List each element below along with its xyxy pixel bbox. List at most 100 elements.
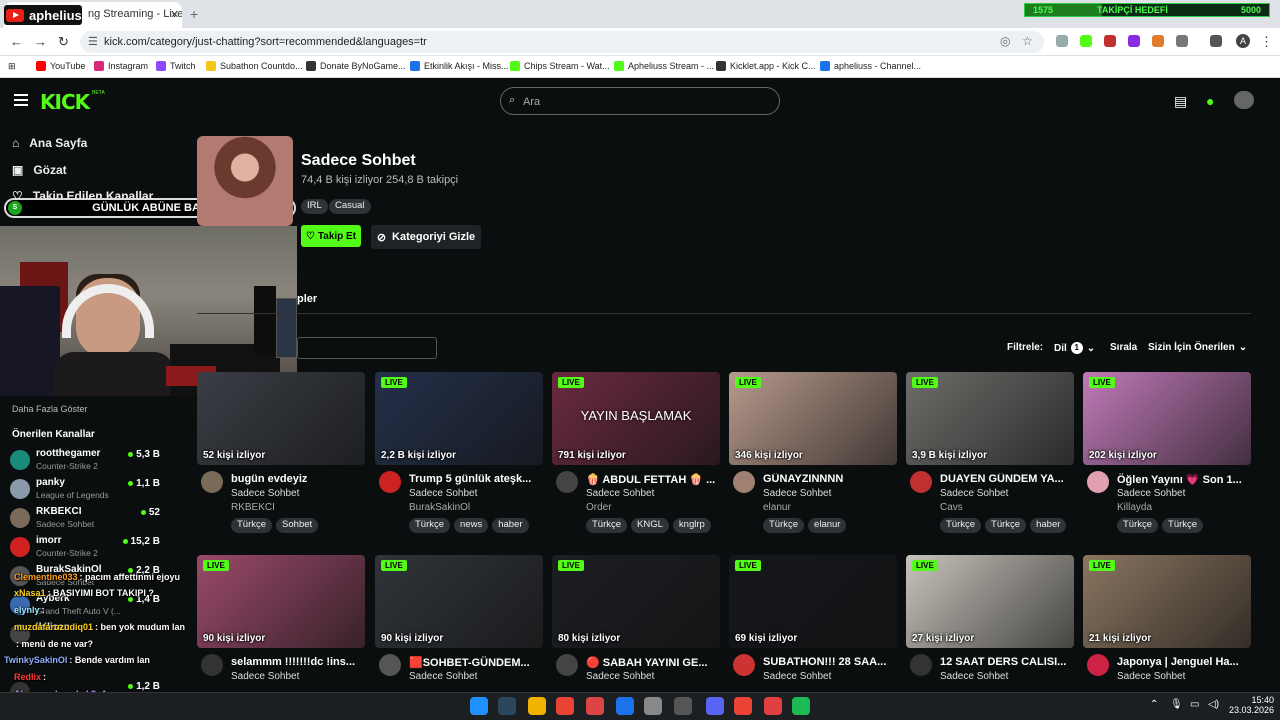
extension-icon[interactable]: [1104, 35, 1116, 47]
bookmark-item[interactable]: Etkinlik Akışı - Miss...: [410, 61, 509, 71]
stream-card[interactable]: LIVE 2,2 B kişi izliyor Trump 5 günlük ate…: [375, 372, 543, 537]
bookmark-item[interactable]: Apheliuss Stream - ...: [614, 61, 714, 71]
streamer-name[interactable]: Cavs: [940, 502, 963, 513]
streamer-avatar[interactable]: [733, 471, 755, 493]
sidebar-channel[interactable]: panky League of Legends 1,1 B: [10, 477, 160, 503]
streamer-avatar[interactable]: [379, 471, 401, 493]
taskbar-app-icon[interactable]: [644, 697, 662, 715]
taskbar-app-icon[interactable]: [556, 697, 574, 715]
stream-category[interactable]: Sadece Sohbet: [763, 671, 831, 682]
microphone-icon[interactable]: 🎙: [1170, 699, 1183, 710]
category-tag[interactable]: Casual: [329, 199, 371, 214]
stream-title[interactable]: Öğlen Yayını 💗 Son 1...: [1117, 473, 1251, 486]
stream-title[interactable]: 🍿 ABDUL FETTAH 🍿 ...: [586, 473, 720, 486]
taskbar-app-icon[interactable]: [764, 697, 782, 715]
taskbar-app-icon[interactable]: [470, 697, 488, 715]
bookmark-item[interactable]: Twitch: [156, 61, 196, 71]
stream-thumbnail[interactable]: LIVE 90 kişi izliyor: [375, 555, 543, 648]
stream-title[interactable]: Trump 5 günlük ateşk...: [409, 473, 543, 485]
stream-category[interactable]: Sadece Sohbet: [231, 488, 299, 499]
stream-tag[interactable]: haber: [1030, 518, 1067, 533]
taskbar-app-icon[interactable]: [674, 697, 692, 715]
stream-card[interactable]: LIVE YAYIN BAŞLAMAK 791 kişi izliyor 🍿 ABDU…: [552, 372, 720, 537]
apps-grid-icon[interactable]: ⊞: [8, 61, 16, 72]
sidebar-channel[interactable]: RKBEKCI Sadece Sohbet 52: [10, 506, 160, 532]
streamer-avatar[interactable]: [910, 654, 932, 676]
menu-dots-icon[interactable]: ⋮: [1260, 34, 1273, 50]
close-tab-icon[interactable]: ✕: [170, 8, 179, 21]
language-filter[interactable]: Dil 1 ⌄: [1054, 342, 1095, 354]
stream-tag[interactable]: Sohbet: [276, 518, 319, 533]
volume-icon[interactable]: ◁): [1208, 699, 1219, 710]
media-icon[interactable]: [1210, 35, 1222, 47]
streamer-avatar[interactable]: [1087, 654, 1109, 676]
stream-category[interactable]: Sadece Sohbet: [409, 488, 477, 499]
stream-tag[interactable]: elanur: [808, 518, 847, 533]
follow-category-button[interactable]: ♡ Takip Et: [301, 225, 361, 247]
stream-card[interactable]: LIVE 69 kişi izliyor SUBATHON!!! 28 SAA...…: [729, 555, 897, 690]
taskbar-app-icon[interactable]: [792, 697, 810, 715]
stream-tag[interactable]: Türkçe: [1117, 518, 1159, 533]
theater-icon[interactable]: ▤: [1174, 93, 1187, 110]
stream-category[interactable]: Sadece Sohbet: [940, 488, 1008, 499]
stream-title[interactable]: 🟥SOHBET-GÜNDEM...: [409, 656, 543, 669]
category-tag[interactable]: IRL: [301, 199, 328, 214]
streamer-avatar[interactable]: [379, 654, 401, 676]
reload-icon[interactable]: ↻: [58, 34, 69, 50]
extension-icon[interactable]: [1080, 35, 1092, 47]
stream-thumbnail[interactable]: LIVE 346 kişi izliyor: [729, 372, 897, 465]
streamer-name[interactable]: BurakSakinOl: [409, 502, 470, 513]
stream-card[interactable]: 52 kişi izliyor bugün evdeyiz Sadece Sohbe…: [197, 372, 365, 537]
stream-category[interactable]: Sadece Sohbet: [586, 671, 654, 682]
stream-card[interactable]: LIVE 3,9 B kişi izliyor DUAYEN GÜNDEM YA..…: [906, 372, 1074, 537]
bookmark-item[interactable]: apheliuss - Channel...: [820, 61, 921, 71]
bookmark-item[interactable]: Chips Stream - Wat...: [510, 61, 610, 71]
stream-card[interactable]: LIVE 21 kişi izliyor Japonya | Jenguel Ha.…: [1083, 555, 1251, 690]
stream-tag[interactable]: knglrp: [672, 518, 711, 533]
stream-card[interactable]: LIVE 346 kişi izliyor GÜNAYZINNNN Sadece So…: [729, 372, 897, 537]
streamer-name[interactable]: RKBEKCI: [231, 502, 275, 513]
stream-tag[interactable]: Türkçe: [985, 518, 1027, 533]
streamer-avatar[interactable]: [201, 471, 223, 493]
sidebar-channel[interactable]: imorr Counter-Strike 2 15,2 B: [10, 535, 160, 561]
bookmark-star-icon[interactable]: ☆: [1022, 34, 1033, 48]
stream-thumbnail[interactable]: LIVE 27 kişi izliyor: [906, 555, 1074, 648]
taskbar-app-icon[interactable]: [616, 697, 634, 715]
profile-avatar[interactable]: A: [1236, 34, 1250, 48]
bookmark-item[interactable]: YouTube: [36, 61, 85, 71]
stream-thumbnail[interactable]: LIVE 90 kişi izliyor: [197, 555, 365, 648]
tab-streams[interactable]: pler: [297, 293, 317, 305]
stream-thumbnail[interactable]: 52 kişi izliyor: [197, 372, 365, 465]
stream-card[interactable]: LIVE 27 kişi izliyor 12 SAAT DERS CALISI..…: [906, 555, 1074, 690]
streamer-name[interactable]: Order: [586, 502, 612, 513]
bookmark-item[interactable]: Instagram: [94, 61, 148, 71]
extension-icon[interactable]: [1056, 35, 1068, 47]
streamer-name[interactable]: elanur: [763, 502, 791, 513]
puzzle-icon[interactable]: [1176, 35, 1188, 47]
streamer-avatar[interactable]: [733, 654, 755, 676]
taskbar-app-icon[interactable]: [528, 697, 546, 715]
stream-tag[interactable]: Türkçe: [231, 518, 273, 533]
hamburger-menu-icon[interactable]: [14, 94, 28, 106]
sidebar-channel[interactable]: rootthegamer Counter-Strike 2 5,3 B: [10, 448, 160, 474]
chevron-up-icon[interactable]: ⌃: [1150, 699, 1158, 710]
stream-title[interactable]: 🔴 SABAH YAYINI GE...: [586, 656, 720, 669]
stream-category[interactable]: Sadece Sohbet: [409, 671, 477, 682]
show-more-link[interactable]: Daha Fazla Göster: [12, 404, 88, 414]
extension-icon[interactable]: [1128, 35, 1140, 47]
stream-title[interactable]: GÜNAYZINNNN: [763, 473, 897, 485]
search-input[interactable]: ⌕ Ara: [500, 87, 780, 115]
bookmark-item[interactable]: Subathon Countdo...: [206, 61, 303, 71]
bookmark-item[interactable]: Donate ByNoGame...: [306, 61, 406, 71]
stream-title[interactable]: selammm !!!!!!!dc !ins...: [231, 656, 365, 668]
stream-tag[interactable]: KNGL: [631, 518, 669, 533]
stream-title[interactable]: Japonya | Jenguel Ha...: [1117, 656, 1251, 668]
stream-tag[interactable]: Türkçe: [940, 518, 982, 533]
stream-tag[interactable]: news: [454, 518, 489, 533]
address-bar[interactable]: ☰ kick.com/category/just-chatting?sort=r…: [80, 31, 1044, 53]
stream-tag[interactable]: haber: [492, 518, 529, 533]
sidebar-item-browse[interactable]: ▣ Gözat: [12, 163, 67, 177]
site-info-icon[interactable]: ☰: [88, 35, 98, 48]
kick-logo[interactable]: KICK: [40, 90, 90, 114]
stream-card[interactable]: LIVE 202 kişi izliyor Öğlen Yayını 💗 Son 1…: [1083, 372, 1251, 537]
